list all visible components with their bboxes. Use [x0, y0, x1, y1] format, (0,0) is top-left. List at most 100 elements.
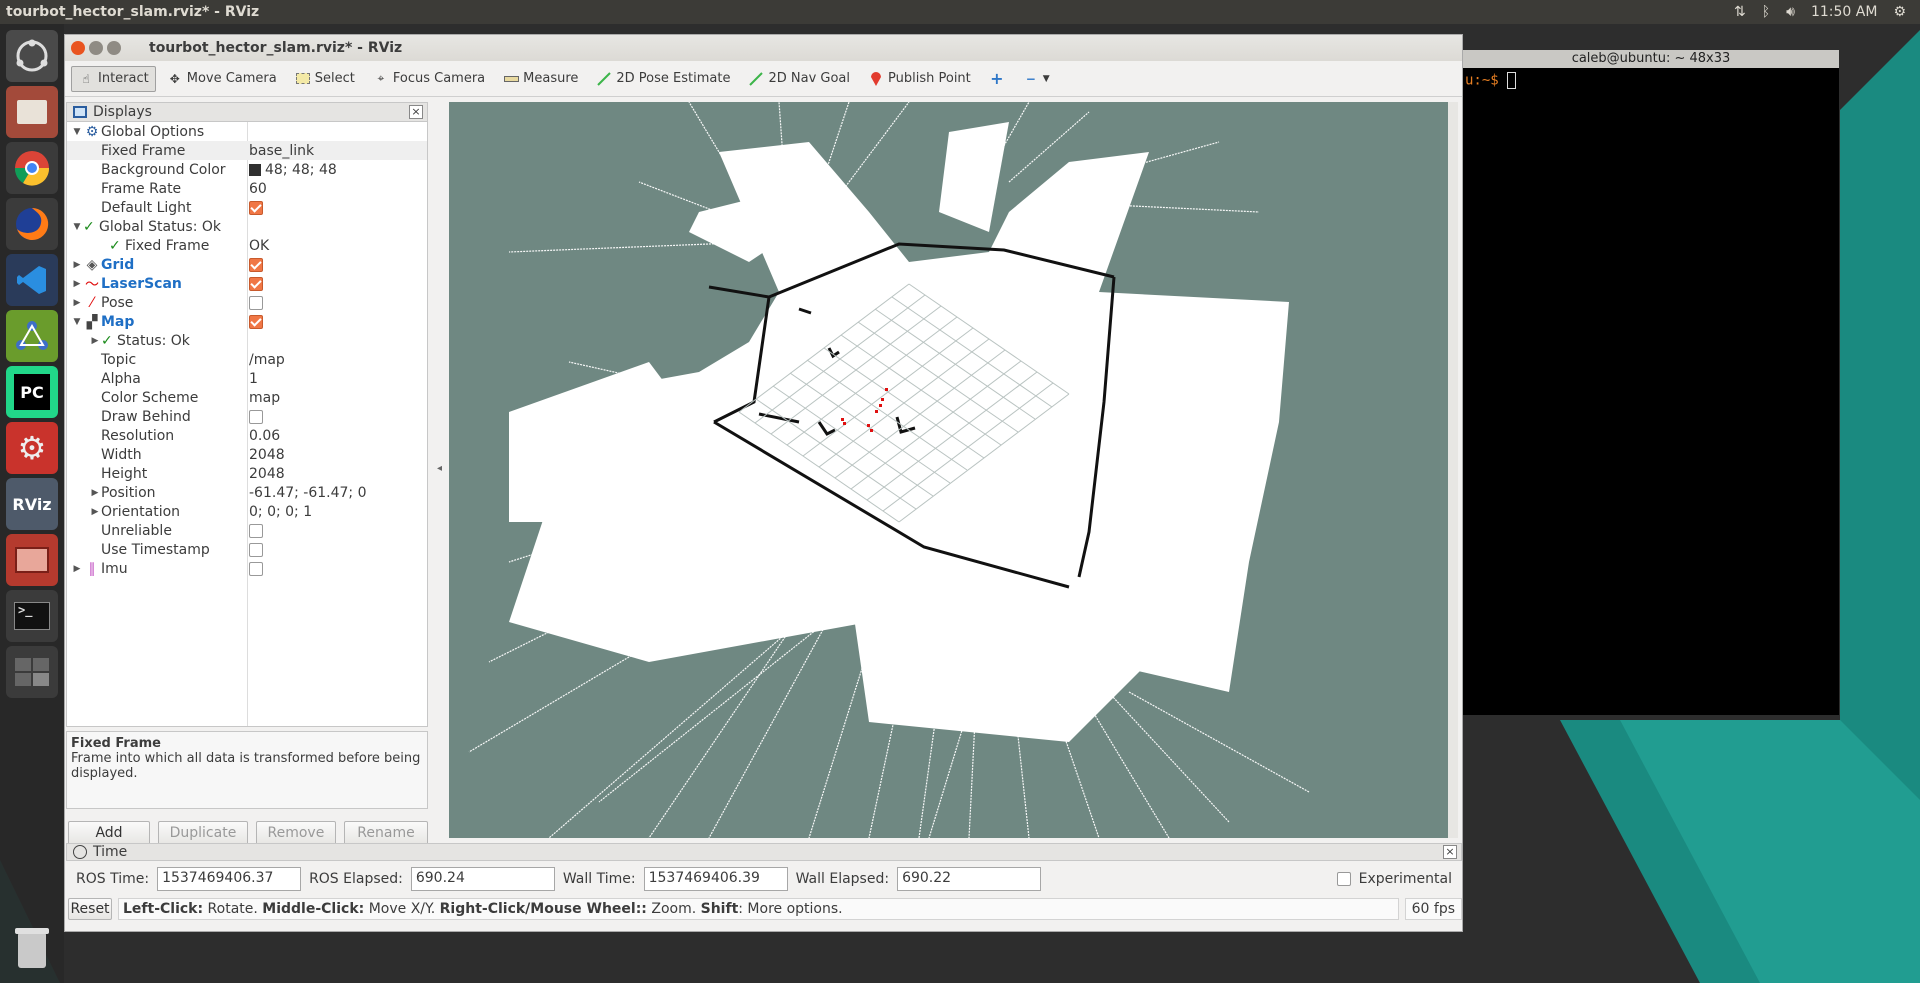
tree-row-global-options[interactable]: ▼ ⚙ Global Options — [67, 122, 427, 141]
workspace-switcher-icon[interactable] — [6, 646, 58, 698]
expand-arrow-icon[interactable]: ▶ — [71, 564, 83, 574]
grid-checkbox[interactable] — [249, 257, 263, 272]
tree-row-position[interactable]: ▶ Position -61.47; -61.47; 0 — [67, 483, 427, 502]
tree-row-map-status[interactable]: ▶ ✓ Status: Ok — [67, 331, 427, 350]
network-app-icon[interactable] — [6, 310, 58, 362]
tree-row-background-color[interactable]: Background Color 48; 48; 48 — [67, 160, 427, 179]
close-panel-icon[interactable]: × — [409, 105, 423, 119]
experimental-checkbox[interactable] — [1336, 872, 1351, 886]
laserscan-checkbox[interactable] — [249, 276, 263, 291]
publish-point-tool[interactable]: Publish Point — [861, 66, 978, 92]
expand-arrow-icon[interactable]: ▶ — [89, 336, 101, 346]
render-viewport[interactable] — [449, 102, 1449, 838]
select-tool[interactable]: Select — [288, 66, 362, 92]
tree-row-laserscan[interactable]: ▶ 〜 LaserScan — [67, 274, 427, 293]
color-scheme-value[interactable]: map — [249, 390, 280, 406]
bluetooth-icon[interactable]: ᛒ — [1762, 0, 1770, 24]
tree-row-pose[interactable]: ▶ ⁄ Pose — [67, 293, 427, 312]
tree-row-topic[interactable]: Topic/map — [67, 350, 427, 369]
default-light-checkbox[interactable] — [249, 200, 263, 215]
tree-row-map[interactable]: ▼ ▞ Map — [67, 312, 427, 331]
minimize-window-icon[interactable] — [89, 41, 103, 55]
firefox-icon[interactable] — [6, 198, 58, 250]
terminal-window[interactable]: caleb@ubuntu: ~ 48x33 u:~$ — [1463, 50, 1839, 715]
expand-arrow-icon[interactable]: ▶ — [71, 279, 83, 289]
fixed-frame-value[interactable]: base_link — [249, 143, 314, 159]
tree-row-unreliable[interactable]: Unreliable — [67, 521, 427, 540]
interact-tool[interactable]: ☝ Interact — [71, 65, 156, 92]
pycharm-icon[interactable]: PC — [6, 366, 58, 418]
remove-button[interactable]: Remove — [255, 821, 336, 845]
ros-elapsed-field[interactable]: 690.24 — [410, 867, 555, 891]
tree-row-orientation[interactable]: ▶ Orientation 0; 0; 0; 1 — [67, 502, 427, 521]
pose-checkbox[interactable] — [249, 295, 263, 310]
use-timestamp-checkbox[interactable] — [249, 542, 263, 557]
sticky-notes-icon[interactable] — [6, 534, 58, 586]
tree-row-frame-rate[interactable]: Frame Rate 60 — [67, 179, 427, 198]
measure-tool[interactable]: Measure — [496, 66, 585, 92]
expand-arrow-icon[interactable]: ▶ — [71, 298, 83, 308]
wall-elapsed-field[interactable]: 690.22 — [897, 867, 1042, 891]
rviz-titlebar[interactable]: tourbot_hector_slam.rviz* - RViz — [65, 35, 1462, 61]
imu-checkbox[interactable] — [249, 561, 263, 576]
wall-time-field[interactable]: 1537469406.39 — [643, 867, 788, 891]
volume-icon[interactable]: 🔊︎ — [1786, 0, 1795, 24]
displays-tree[interactable]: ▼ ⚙ Global Options Fixed Frame base_link Ba… — [66, 122, 428, 727]
map-checkbox[interactable] — [249, 314, 263, 329]
vscode-icon[interactable] — [6, 254, 58, 306]
chrome-icon[interactable] — [6, 142, 58, 194]
expand-arrow-icon[interactable]: ▶ — [89, 507, 101, 517]
move-camera-tool[interactable]: ✥ Move Camera — [160, 66, 284, 92]
network-icon[interactable]: ⇅ — [1734, 0, 1746, 24]
tree-row-height[interactable]: Height 2048 — [67, 464, 427, 483]
collapse-arrow-icon[interactable]: ▼ — [71, 222, 83, 232]
focus-camera-tool[interactable]: ⌖ Focus Camera — [366, 66, 492, 92]
trash-icon[interactable] — [8, 922, 56, 972]
color-swatch[interactable] — [249, 163, 261, 176]
tree-row-use-timestamp[interactable]: Use Timestamp — [67, 540, 427, 559]
tree-row-width[interactable]: Width 2048 — [67, 445, 427, 464]
files-icon[interactable] — [6, 86, 58, 138]
tree-row-draw-behind[interactable]: Draw Behind — [67, 407, 427, 426]
maximize-window-icon[interactable] — [107, 41, 121, 55]
clock[interactable]: 11:50 AM — [1811, 0, 1877, 24]
add-tool-button[interactable]: + — [982, 66, 1012, 92]
pose-estimate-tool[interactable]: 2D Pose Estimate — [589, 66, 737, 92]
remove-tool-button[interactable]: − ▼ — [1016, 66, 1057, 92]
tree-row-imu[interactable]: ▶ ∥ Imu — [67, 559, 427, 578]
tree-row-fixed-frame[interactable]: Fixed Frame base_link — [67, 141, 427, 160]
expand-arrow-icon[interactable]: ▶ — [89, 488, 101, 498]
frame-rate-value[interactable]: 60 — [249, 181, 267, 197]
collapse-left-icon[interactable]: ◂ — [437, 463, 442, 474]
close-window-icon[interactable] — [71, 41, 85, 55]
add-button[interactable]: Add — [68, 821, 151, 845]
nav-goal-tool[interactable]: 2D Nav Goal — [741, 66, 857, 92]
tree-row-grid[interactable]: ▶ ◈ Grid — [67, 255, 427, 274]
terminal-icon[interactable]: >_ — [6, 590, 58, 642]
rename-button[interactable]: Rename — [344, 821, 428, 845]
alpha-value[interactable]: 1 — [249, 371, 258, 387]
reset-button[interactable]: Reset — [68, 898, 112, 920]
tree-row-resolution[interactable]: Resolution 0.06 — [67, 426, 427, 445]
focus-camera-icon: ⌖ — [377, 71, 385, 85]
ubuntu-dash-icon[interactable] — [6, 30, 58, 82]
collapse-arrow-icon[interactable]: ▼ — [71, 317, 83, 327]
draw-behind-checkbox[interactable] — [249, 409, 263, 424]
close-panel-icon[interactable]: × — [1443, 845, 1457, 859]
tree-row-default-light[interactable]: Default Light — [67, 198, 427, 217]
expand-arrow-icon[interactable]: ▶ — [71, 260, 83, 270]
system-settings-icon[interactable]: ⚙ — [6, 422, 58, 474]
rviz-icon[interactable]: RViz — [6, 478, 58, 530]
unreliable-checkbox[interactable] — [249, 523, 263, 538]
tree-row-alpha[interactable]: Alpha 1 — [67, 369, 427, 388]
topic-value[interactable]: /map — [249, 352, 285, 368]
tree-row-global-status[interactable]: ▼ ✓ Global Status: Ok — [67, 217, 427, 236]
settings-icon[interactable]: ⚙ — [1893, 0, 1906, 24]
tree-row-color-scheme[interactable]: Color Scheme map — [67, 388, 427, 407]
ros-time-field[interactable]: 1537469406.37 — [157, 867, 302, 891]
duplicate-button[interactable]: Duplicate — [158, 821, 248, 845]
slam-map-render[interactable] — [449, 102, 1449, 838]
background-color-value[interactable]: 48; 48; 48 — [265, 162, 337, 178]
collapse-arrow-icon[interactable]: ▼ — [71, 127, 83, 137]
tree-row-status-fixed-frame[interactable]: ✓ Fixed Frame OK — [67, 236, 427, 255]
